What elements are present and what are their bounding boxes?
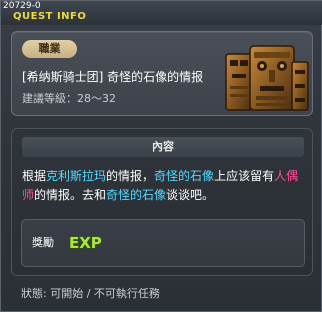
desc-text: 的情报， bbox=[106, 169, 155, 183]
quest-id: 20729-0 bbox=[3, 1, 41, 11]
quest-summary-card: 職業 [希纳斯骑士团] 奇怪的石像的情报 建議等級：28～32 bbox=[11, 31, 313, 116]
npc-name-highlight: 奇怪的石像 bbox=[106, 188, 167, 202]
quest-status: 狀態: 可開始 / 不可執行任務 bbox=[21, 287, 160, 300]
npc-name-highlight: 奇怪的石像 bbox=[154, 169, 215, 183]
exp-icon[interactable]: EXP bbox=[68, 233, 104, 251]
desc-text: 谈谈吧。 bbox=[166, 188, 215, 202]
desc-text: 上应该留有 bbox=[214, 169, 275, 183]
desc-text: 的情报。去和 bbox=[34, 188, 107, 202]
reward-box: 獎勵 EXP bbox=[21, 219, 305, 267]
recommended-level: 建議等級：28～32 bbox=[22, 92, 116, 105]
desc-text: 根据 bbox=[22, 169, 47, 183]
npc-name-highlight: 克利斯拉玛 bbox=[46, 169, 107, 183]
job-badge: 職業 bbox=[22, 40, 77, 58]
content-panel: 內容 根据克利斯拉玛的情报，奇怪的石像上应该留有人偶师的情报。去和奇怪的石像谈谈… bbox=[11, 128, 313, 276]
stone-statue-icon bbox=[225, 45, 309, 111]
quest-name: [希纳斯骑士团] 奇怪的石像的情报 bbox=[22, 70, 204, 84]
window-header[interactable]: 20729-0 QUEST INFO bbox=[1, 1, 322, 25]
reward-label: 獎勵 bbox=[32, 236, 54, 249]
exp-icon-text: EXP bbox=[69, 234, 102, 251]
content-header: 內容 bbox=[22, 137, 304, 157]
quest-description: 根据克利斯拉玛的情报，奇怪的石像上应该留有人偶师的情报。去和奇怪的石像谈谈吧。 bbox=[22, 167, 307, 205]
window-title: QUEST INFO bbox=[13, 11, 87, 22]
quest-info-window: 20729-0 QUEST INFO 職業 [希纳斯骑士团] 奇怪的石像的情报 … bbox=[0, 0, 322, 312]
